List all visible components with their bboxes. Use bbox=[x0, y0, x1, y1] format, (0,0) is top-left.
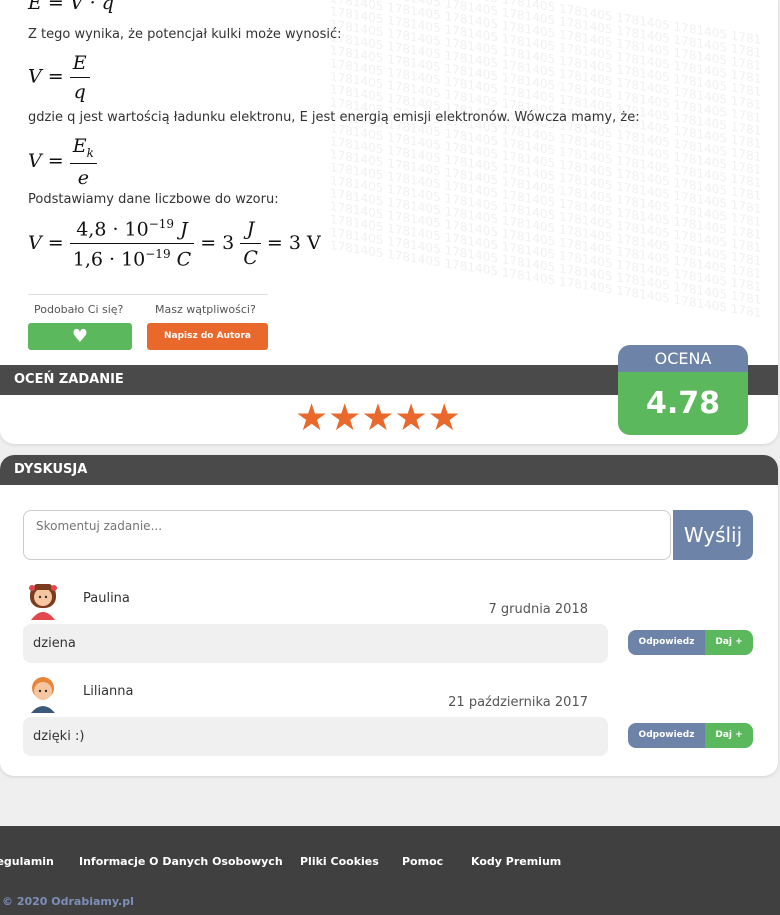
grade-title: OCENA bbox=[618, 345, 748, 372]
equation-1-numerator: E bbox=[69, 52, 90, 78]
comment-text: dziena bbox=[23, 624, 608, 663]
comment-input[interactable] bbox=[23, 510, 671, 560]
comment-actions: Odpowiedz Daj + bbox=[628, 630, 753, 655]
reply-button[interactable]: Odpowiedz bbox=[628, 630, 705, 655]
comment-author: Lilianna bbox=[83, 684, 134, 699]
equation-3-numerator-unit: J bbox=[180, 218, 188, 241]
equation-3-denominator-exponent: −19 bbox=[145, 247, 171, 262]
solution-card: 1781405 1781405 1781405 1781405 1781405 … bbox=[0, 0, 778, 444]
reply-button[interactable]: Odpowiedz bbox=[628, 723, 705, 748]
equation-3-numerator: 4,8 · 10 bbox=[76, 218, 149, 241]
equation-3-denominator: 1,6 · 10 bbox=[72, 248, 146, 271]
equation-3-lhs: V = bbox=[28, 231, 64, 254]
substitute-text: Podstawiamy dane liczbowe do wzoru: bbox=[28, 192, 279, 207]
comment-text: dzięki :) bbox=[23, 717, 608, 756]
discussion-bar: DYSKUSJA bbox=[0, 455, 778, 485]
comment-author: Paulina bbox=[83, 591, 130, 606]
explain-text: gdzie q jest wartością ładunku elektronu… bbox=[28, 110, 640, 125]
equation-3: V = 4,8 · 10−19 J 1,6 · 10−19 C = 3 JC =… bbox=[28, 217, 321, 271]
footer-link-regulamin[interactable]: Regulamin bbox=[0, 855, 54, 868]
intro-text: Z tego wynika, że potencjał kulki może w… bbox=[28, 27, 342, 42]
feedback-section: Podobało Ci się? Masz wątpliwości? ♥ Nap… bbox=[28, 294, 268, 350]
like-button[interactable]: ♥ bbox=[28, 323, 132, 350]
equation-1-lhs: V = bbox=[28, 65, 64, 88]
doubt-label: Masz wątpliwości? bbox=[155, 303, 256, 316]
grade-box: OCENA 4.78 bbox=[618, 345, 748, 435]
comment-actions: Odpowiedz Daj + bbox=[628, 723, 753, 748]
footer-link-privacy[interactable]: Informacje O Danych Osobowych bbox=[79, 855, 283, 868]
grade-value: 4.78 bbox=[618, 372, 748, 435]
comment-date: 21 października 2017 bbox=[448, 695, 588, 710]
equation-2: V = Ek e bbox=[28, 135, 97, 189]
equation-top: E = V · q bbox=[28, 0, 114, 14]
rating-stars[interactable]: ★★★★★ bbox=[295, 396, 461, 440]
comment-date: 7 grudnia 2018 bbox=[488, 602, 588, 617]
boy-avatar-icon bbox=[31, 677, 55, 713]
equation-2-denominator: e bbox=[77, 166, 89, 189]
write-to-author-button[interactable]: Napisz do Autora bbox=[147, 323, 268, 350]
footer-link-premium[interactable]: Kody Premium bbox=[471, 855, 561, 868]
equation-3-result: = 3 V bbox=[266, 231, 321, 254]
equation-3-unit-denominator: C bbox=[243, 247, 258, 270]
give-plus-button[interactable]: Daj + bbox=[705, 723, 753, 748]
watermark: 1781405 1781405 1781405 1781405 1781405 … bbox=[330, 0, 760, 320]
footer-link-cookies[interactable]: Pliki Cookies bbox=[300, 855, 379, 868]
equation-3-unit-numerator: J bbox=[240, 218, 261, 245]
girl-avatar-icon bbox=[29, 584, 57, 620]
equation-3-mid: = 3 bbox=[200, 231, 235, 254]
equation-1-denominator: q bbox=[73, 81, 86, 103]
heart-icon: ♥ bbox=[71, 326, 89, 347]
liked-label: Podobało Ci się? bbox=[34, 303, 124, 316]
give-plus-button[interactable]: Daj + bbox=[705, 630, 753, 655]
equation-2-subscript: k bbox=[86, 145, 94, 160]
footer: Regulamin Informacje O Danych Osobowych … bbox=[0, 826, 780, 915]
equation-3-denominator-unit: C bbox=[176, 248, 192, 271]
equation-2-numerator: E bbox=[72, 135, 87, 157]
send-button[interactable]: Wyślij bbox=[673, 510, 753, 560]
discussion-card: DYSKUSJA Wyślij Paulina 7 grudnia 2018 d… bbox=[0, 455, 778, 776]
equation-1: V = Eq bbox=[28, 52, 90, 103]
equation-2-lhs: V = bbox=[28, 149, 64, 172]
copyright: © 2020 Odrabiamy.pl bbox=[2, 895, 134, 908]
equation-3-numerator-exponent: −19 bbox=[148, 217, 175, 231]
footer-link-help[interactable]: Pomoc bbox=[402, 855, 443, 868]
